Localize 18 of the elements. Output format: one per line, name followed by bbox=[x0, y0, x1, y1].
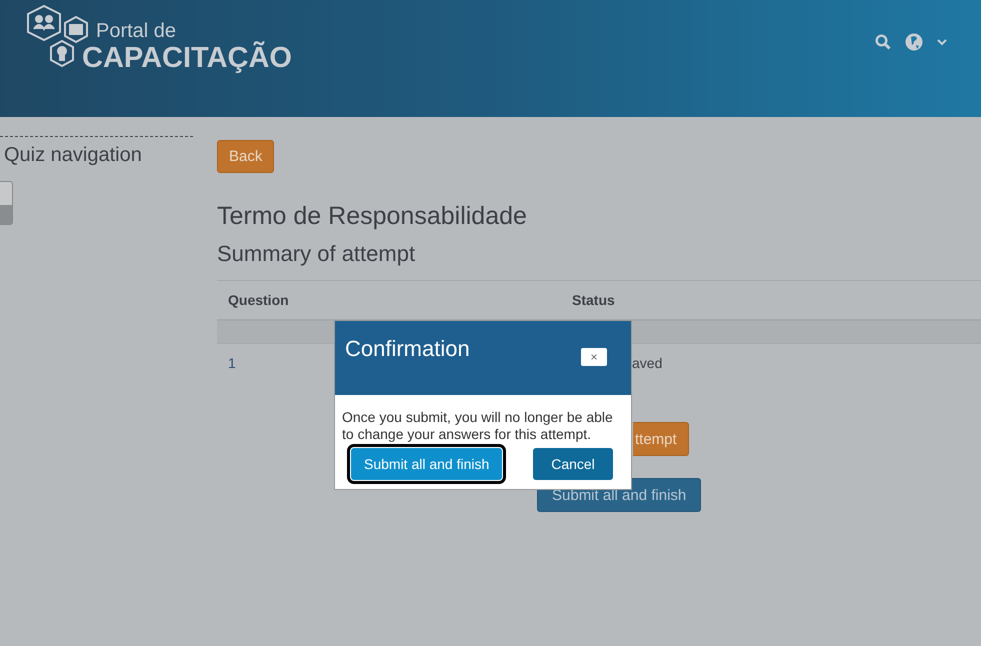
close-button[interactable]: × bbox=[581, 348, 607, 366]
return-button[interactable]: ttempt bbox=[633, 422, 689, 456]
dialog-message: Once you submit, you will no longer be able to change your answers for this attempt. bbox=[342, 409, 614, 443]
cancel-button[interactable]: Cancel bbox=[533, 448, 613, 480]
caret-icon[interactable] bbox=[937, 38, 947, 46]
logo-text: CAPACITAÇÃO bbox=[82, 42, 292, 74]
dialog-title: Confirmation bbox=[345, 336, 470, 362]
sidebar-title: Quiz navigation bbox=[4, 143, 143, 167]
quiz-title: Termo de Responsabilidade bbox=[217, 201, 528, 231]
logo-text: Portal de bbox=[96, 20, 176, 42]
globe-icon[interactable] bbox=[905, 33, 923, 51]
status-text: aved bbox=[632, 355, 662, 371]
back-button[interactable]: Back bbox=[217, 140, 274, 173]
question-nav-button[interactable] bbox=[0, 181, 13, 225]
section-title: Summary of attempt bbox=[217, 241, 416, 267]
search-icon[interactable] bbox=[875, 34, 891, 50]
question-number[interactable]: 1 bbox=[228, 355, 236, 371]
submit-button[interactable]: Submit all and finish bbox=[351, 448, 502, 480]
